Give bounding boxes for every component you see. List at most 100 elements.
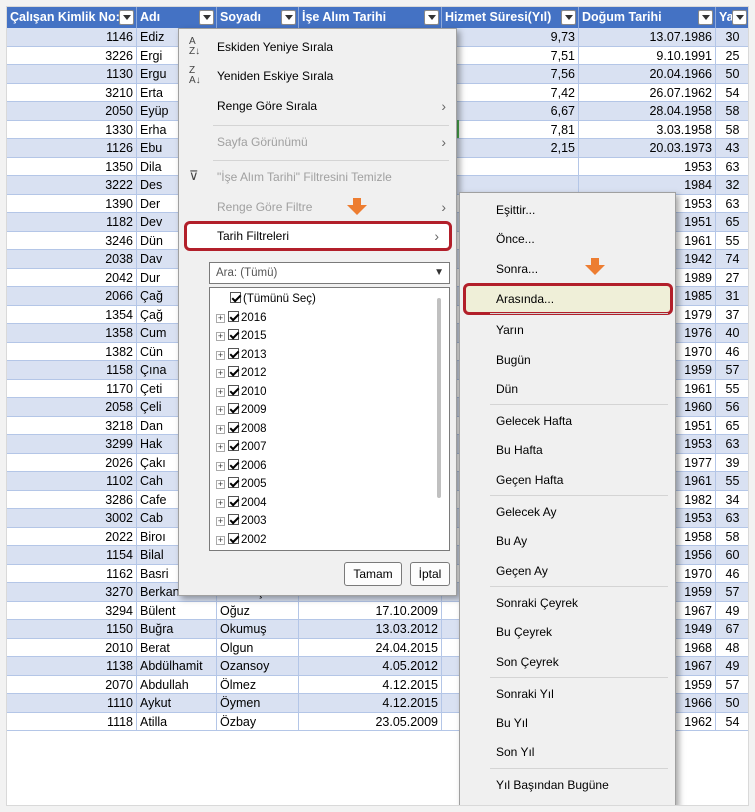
- date-filter-option[interactable]: Dün: [460, 374, 675, 404]
- cell-id[interactable]: 1154: [7, 546, 137, 565]
- checkbox-checked-icon[interactable]: [228, 310, 239, 322]
- cell-age[interactable]: 58: [716, 102, 748, 121]
- cell-age[interactable]: 67: [716, 620, 748, 639]
- cell-age[interactable]: 48: [716, 639, 748, 657]
- sort-oldest-to-newest[interactable]: A Z↓ Eskiden Yeniye Sırala: [179, 33, 456, 61]
- expand-icon[interactable]: +: [216, 406, 225, 415]
- cell-id[interactable]: 1138: [7, 657, 137, 676]
- date-filter-option[interactable]: Son Çeyrek: [460, 647, 675, 677]
- date-filter-option[interactable]: Gelecek Hafta: [460, 406, 675, 436]
- cell-surname[interactable]: Oğuz: [217, 601, 299, 620]
- cell-hire-date[interactable]: 13.03.2012: [299, 620, 442, 639]
- year-checkbox-item[interactable]: +2016: [216, 309, 267, 327]
- cell-age[interactable]: 50: [716, 694, 748, 713]
- search-input[interactable]: Ara: (Tümü) ▼: [209, 262, 450, 284]
- cell-service-years[interactable]: [442, 157, 579, 176]
- cell-id[interactable]: 2070: [7, 675, 137, 694]
- cell-id[interactable]: 1170: [7, 379, 137, 398]
- cell-id[interactable]: 2042: [7, 268, 137, 287]
- cell-age[interactable]: 58: [716, 121, 748, 139]
- filter-dropdown-button-active[interactable]: [424, 10, 439, 25]
- cell-hire-date[interactable]: 17.10.2009: [299, 601, 442, 620]
- cell-age[interactable]: 57: [716, 583, 748, 602]
- cell-surname[interactable]: Okumuş: [217, 620, 299, 639]
- cell-birth-date[interactable]: 28.04.1958: [579, 102, 716, 121]
- scrollbar[interactable]: [437, 298, 441, 498]
- cell-age[interactable]: 65: [716, 417, 748, 435]
- date-filter-option[interactable]: Bugün: [460, 345, 675, 375]
- cell-birth-date[interactable]: 20.04.1966: [579, 65, 716, 84]
- cell-service-years[interactable]: 7,42: [442, 83, 579, 102]
- cell-age[interactable]: 57: [716, 361, 748, 380]
- cell-age[interactable]: 63: [716, 158, 748, 176]
- expand-icon[interactable]: +: [216, 480, 225, 489]
- cell-id[interactable]: 1130: [7, 65, 137, 84]
- year-checkbox-item[interactable]: (Tümünü Seç): [230, 290, 316, 308]
- cell-id[interactable]: 3226: [7, 46, 137, 65]
- date-filter-option[interactable]: Önce...: [460, 224, 675, 254]
- checkbox-checked-icon[interactable]: [228, 495, 239, 507]
- cell-service-years[interactable]: 7,51: [442, 46, 579, 65]
- cell-age[interactable]: 25: [716, 47, 748, 65]
- cell-age[interactable]: 63: [716, 195, 748, 213]
- cell-service-years[interactable]: 9,73: [442, 28, 579, 47]
- expand-icon[interactable]: +: [216, 387, 225, 397]
- cell-service-years[interactable]: 6,67: [442, 102, 579, 121]
- cell-id[interactable]: 1358: [7, 324, 137, 343]
- cell-age[interactable]: 63: [716, 435, 748, 454]
- cell-id[interactable]: 2026: [7, 453, 137, 472]
- cell-age[interactable]: 27: [716, 269, 748, 287]
- date-filter-option[interactable]: Eşittir...: [460, 195, 675, 225]
- cell-age[interactable]: 34: [716, 491, 748, 509]
- expand-icon[interactable]: +: [216, 443, 225, 452]
- cell-age[interactable]: 74: [716, 250, 748, 269]
- cell-service-years[interactable]: 2,15: [442, 139, 579, 158]
- cell-id[interactable]: 3246: [7, 231, 137, 250]
- cell-age[interactable]: 55: [716, 472, 748, 491]
- cell-age[interactable]: 63: [716, 509, 748, 528]
- checkbox-checked-icon[interactable]: [228, 403, 239, 414]
- cell-id[interactable]: 1110: [7, 694, 137, 713]
- cell-birth-date[interactable]: 9.10.1991: [579, 46, 716, 65]
- cell-age[interactable]: 37: [716, 306, 748, 324]
- cell-age[interactable]: 46: [716, 343, 748, 361]
- cell-id[interactable]: 3299: [7, 435, 137, 454]
- cell-age[interactable]: 57: [716, 676, 748, 694]
- date-filters-menu-item[interactable]: Tarih Filtreleri ›: [184, 221, 452, 251]
- year-checkbox-item[interactable]: +2006: [216, 457, 267, 475]
- cell-age[interactable]: 54: [716, 713, 748, 731]
- cell-id[interactable]: 1354: [7, 305, 137, 324]
- date-filter-option[interactable]: Sonraki Yıl: [460, 679, 675, 709]
- checkbox-checked-icon[interactable]: [228, 384, 239, 396]
- cell-id[interactable]: 3222: [7, 176, 137, 195]
- date-filter-option[interactable]: Sonraki Çeyrek: [460, 588, 675, 618]
- cell-hire-date[interactable]: 24.04.2015: [299, 638, 442, 657]
- checkbox-checked-icon[interactable]: [228, 458, 239, 470]
- year-checkbox-item[interactable]: +2007: [216, 438, 267, 456]
- cell-name[interactable]: Buğra: [137, 620, 217, 639]
- cell-age[interactable]: 65: [716, 213, 748, 232]
- cell-id[interactable]: 2058: [7, 398, 137, 417]
- cell-id[interactable]: 1146: [7, 28, 137, 47]
- checkbox-checked-icon[interactable]: [230, 292, 241, 303]
- cell-age[interactable]: 55: [716, 232, 748, 250]
- clear-filter[interactable]: ⊽ "İşe Alım Tarihi" Filtresini Temizle: [179, 163, 456, 191]
- cell-age[interactable]: 56: [716, 398, 748, 417]
- sheet-view[interactable]: Sayfa Görünümü ›: [179, 128, 456, 156]
- date-filter-option[interactable]: Sonra...: [460, 254, 675, 284]
- date-filter-option[interactable]: Bu Çeyrek: [460, 617, 675, 647]
- cell-id[interactable]: 3270: [7, 583, 137, 602]
- date-filter-option[interactable]: Arasında...: [463, 282, 673, 315]
- filter-dropdown-button[interactable]: [732, 10, 747, 25]
- cell-hire-date[interactable]: 4.12.2015: [299, 694, 442, 713]
- filter-dropdown-button[interactable]: [199, 10, 214, 25]
- year-checkbox-item[interactable]: +2013: [216, 346, 267, 364]
- expand-icon[interactable]: +: [216, 350, 225, 360]
- checkbox-checked-icon[interactable]: [228, 347, 239, 359]
- cell-age[interactable]: 31: [716, 287, 748, 306]
- expand-icon[interactable]: +: [216, 461, 225, 471]
- sort-newest-to-oldest[interactable]: Z A↓ Yeniden Eskiye Sırala: [179, 62, 456, 90]
- year-checkbox-item[interactable]: +2009: [216, 401, 267, 419]
- checkbox-checked-icon[interactable]: [228, 421, 239, 433]
- cell-id[interactable]: 3294: [7, 601, 137, 620]
